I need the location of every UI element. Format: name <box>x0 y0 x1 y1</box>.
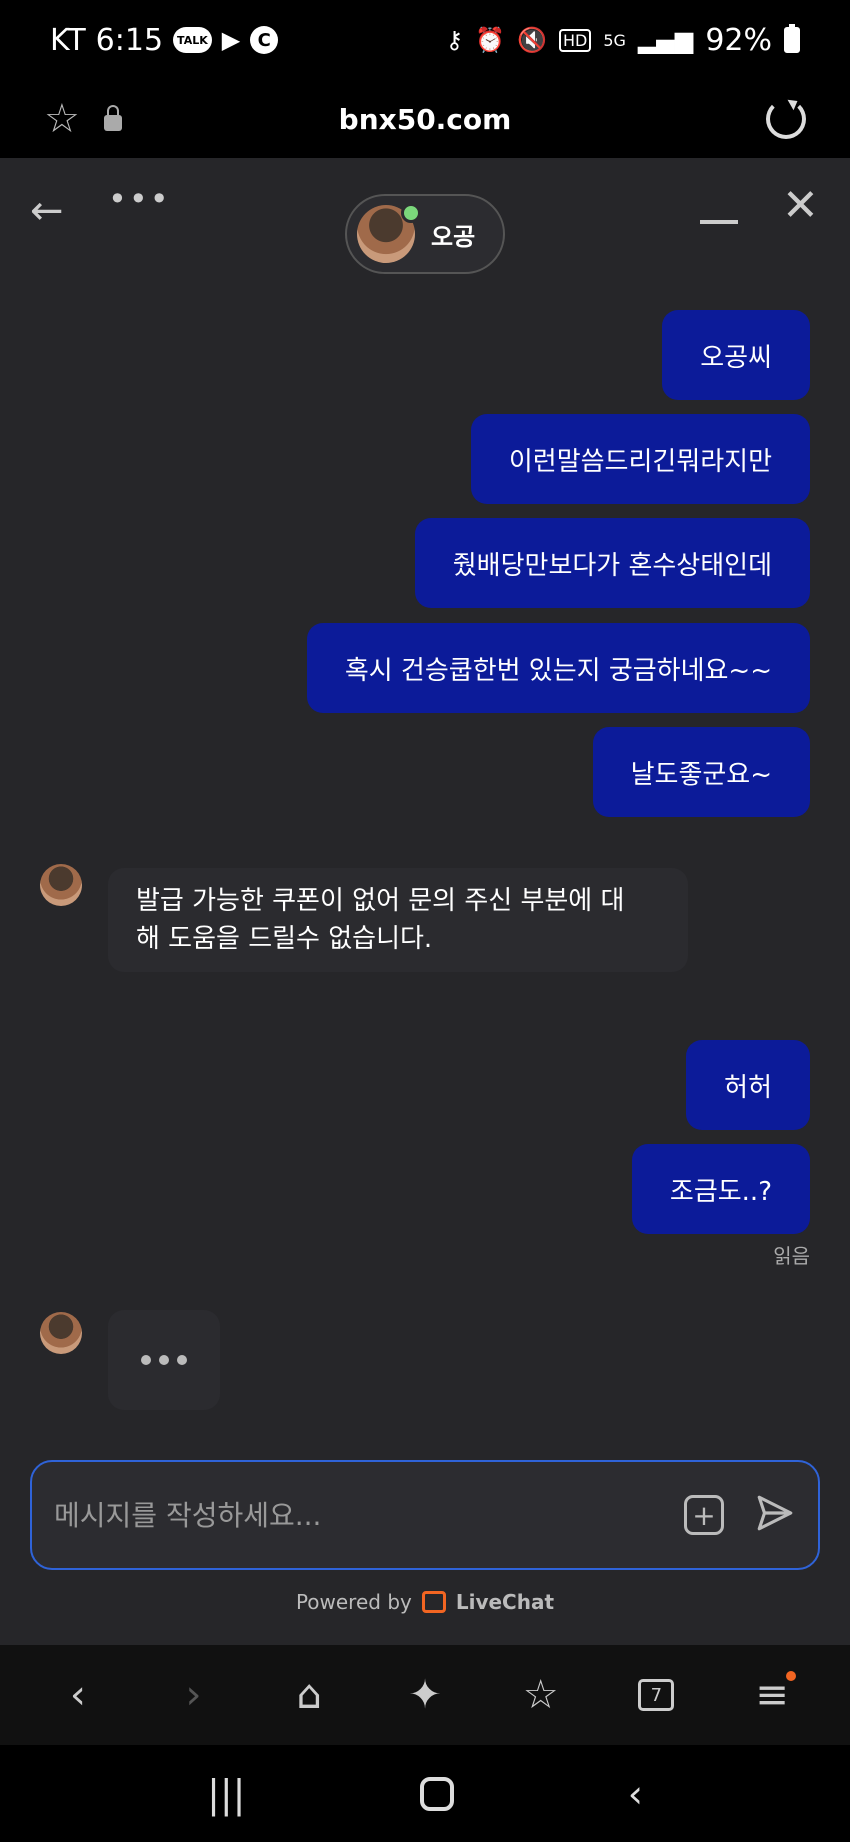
outgoing-message: 오공씨 <box>662 310 810 400</box>
agent-pill[interactable]: 오공 <box>345 194 505 274</box>
status-left: KT 6:15 TALK ▶ C <box>50 22 279 58</box>
menu-icon[interactable]: ≡ <box>742 1665 802 1725</box>
battery-percent: 92% <box>705 22 772 58</box>
browser-toolbar: ‹ › ⌂ ✦ ☆ 7 ≡ <box>0 1645 850 1745</box>
system-back-icon[interactable]: ‹ <box>628 1772 643 1816</box>
send-button[interactable] <box>754 1492 796 1538</box>
attach-plus-icon[interactable]: + <box>684 1495 724 1535</box>
powered-by[interactable]: Powered by LiveChat <box>0 1590 850 1614</box>
browser-url-bar: ☆ bnx50.com <box>0 80 850 158</box>
lock-icon[interactable] <box>103 105 122 131</box>
tabs-button[interactable]: 7 <box>626 1665 686 1725</box>
network-icon: 5G <box>603 30 626 50</box>
message-composer: + <box>30 1460 820 1570</box>
typing-dot <box>141 1355 151 1365</box>
online-status-dot <box>401 203 421 223</box>
more-options-icon[interactable]: ••• <box>108 180 171 218</box>
read-receipt: 읽음 <box>773 1244 810 1268</box>
system-nav-bar: ||| ‹ <box>0 1745 850 1842</box>
sparkle-icon[interactable]: ✦ <box>395 1665 455 1725</box>
powered-prefix: Powered by <box>295 1590 412 1614</box>
incoming-message: 발급 가능한 쿠폰이 없어 문의 주신 부분에 대 해 도움을 드릴수 없습니다… <box>108 868 688 972</box>
outgoing-message: 줬배당만보다가 혼수상태인데 <box>414 518 810 608</box>
signal-icon: ▂▄▆ <box>637 26 694 54</box>
mute-icon: 🔇 <box>517 26 547 54</box>
send-icon <box>757 1495 793 1531</box>
youtube-icon: ▶ <box>221 26 241 54</box>
message-input[interactable] <box>54 1498 684 1532</box>
bookmark-star-icon[interactable]: ☆ <box>44 96 80 142</box>
typing-indicator <box>108 1310 220 1410</box>
agent-avatar-small <box>40 1312 82 1354</box>
outgoing-message: 이런말씀드리긴뭐라지만 <box>470 414 810 504</box>
status-right: ⚷ ⏰ 🔇 HD 5G ▂▄▆ 92% <box>446 23 800 58</box>
incoming-message-line: 해 도움을 드릴수 없습니다. <box>136 924 433 954</box>
back-icon[interactable]: ‹ <box>48 1665 108 1725</box>
battery-icon <box>784 24 800 53</box>
reload-icon[interactable] <box>766 99 806 139</box>
outgoing-message: 조금도..? <box>631 1144 810 1234</box>
minimize-icon[interactable] <box>700 220 738 224</box>
notification-dot <box>786 1671 797 1681</box>
hd-icon: HD <box>559 28 592 52</box>
c-app-icon: C <box>250 26 279 54</box>
carrier: KT <box>50 22 86 58</box>
bookmarks-icon[interactable]: ☆ <box>511 1665 571 1725</box>
url-text[interactable]: bnx50.com <box>0 103 850 136</box>
key-icon: ⚷ <box>445 26 464 54</box>
forward-icon[interactable]: › <box>164 1665 224 1725</box>
livechat-widget: ← ••• 오공 ✕ 오공씨 이런말씀드리긴뭐라지만 줬배당만보다가 혼수상태인… <box>0 158 850 1645</box>
home-button-icon[interactable] <box>419 1776 454 1811</box>
agent-avatar-small <box>40 864 82 906</box>
typing-dot <box>177 1355 187 1365</box>
outgoing-message: 허허 <box>686 1040 810 1130</box>
kakaotalk-icon: TALK <box>173 27 212 53</box>
alarm-icon: ⏰ <box>475 26 506 54</box>
agent-name: 오공 <box>431 222 476 251</box>
outgoing-message: 혹시 건승쿱한번 있는지 궁금하네요~~ <box>306 623 810 713</box>
tabs-count: 7 <box>638 1679 675 1711</box>
livechat-logo-icon <box>421 1591 446 1613</box>
close-icon[interactable]: ✕ <box>782 180 819 231</box>
clock: 6:15 <box>95 22 164 58</box>
back-arrow-icon[interactable]: ← <box>30 188 64 234</box>
typing-dot <box>159 1355 169 1365</box>
outgoing-message: 날도좋군요~ <box>592 727 810 817</box>
chat-header: ← ••• 오공 ✕ <box>0 158 850 278</box>
incoming-message-line: 발급 가능한 쿠폰이 없어 문의 주신 부분에 대 <box>136 886 625 916</box>
status-bar: KT 6:15 TALK ▶ C ⚷ ⏰ 🔇 HD 5G ▂▄▆ 92% <box>0 0 850 80</box>
recent-apps-icon[interactable]: ||| <box>207 1772 245 1816</box>
agent-avatar <box>357 203 421 263</box>
livechat-brand: LiveChat <box>455 1590 555 1614</box>
home-icon[interactable]: ⌂ <box>279 1665 339 1725</box>
